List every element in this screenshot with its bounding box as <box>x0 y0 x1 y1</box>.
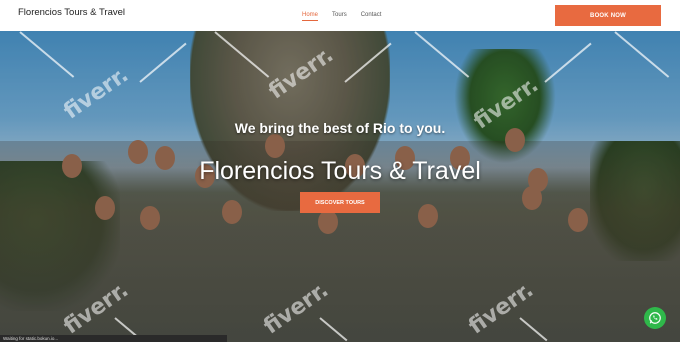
main-nav: Home Tours Contact <box>302 12 381 21</box>
nav-link-contact[interactable]: Contact <box>361 12 382 21</box>
book-now-button[interactable]: BOOK NOW <box>555 5 661 26</box>
whatsapp-icon <box>649 312 661 324</box>
browser-status-bar: Waiting for static.bokun.io... <box>0 335 227 342</box>
whatsapp-button[interactable] <box>644 307 666 329</box>
site-brand[interactable]: Florencios Tours & Travel <box>18 7 125 18</box>
hero-section: We bring the best of Rio to you. Florenc… <box>0 31 680 342</box>
hero-tagline: We bring the best of Rio to you. <box>234 120 446 136</box>
top-navigation-bar: Florencios Tours & Travel Home Tours Con… <box>0 0 680 32</box>
discover-tours-button[interactable]: DISCOVER TOURS <box>300 192 380 213</box>
nav-link-tours[interactable]: Tours <box>332 12 347 21</box>
nav-link-home[interactable]: Home <box>302 12 319 21</box>
hero-title: Florencios Tours & Travel <box>199 157 481 185</box>
